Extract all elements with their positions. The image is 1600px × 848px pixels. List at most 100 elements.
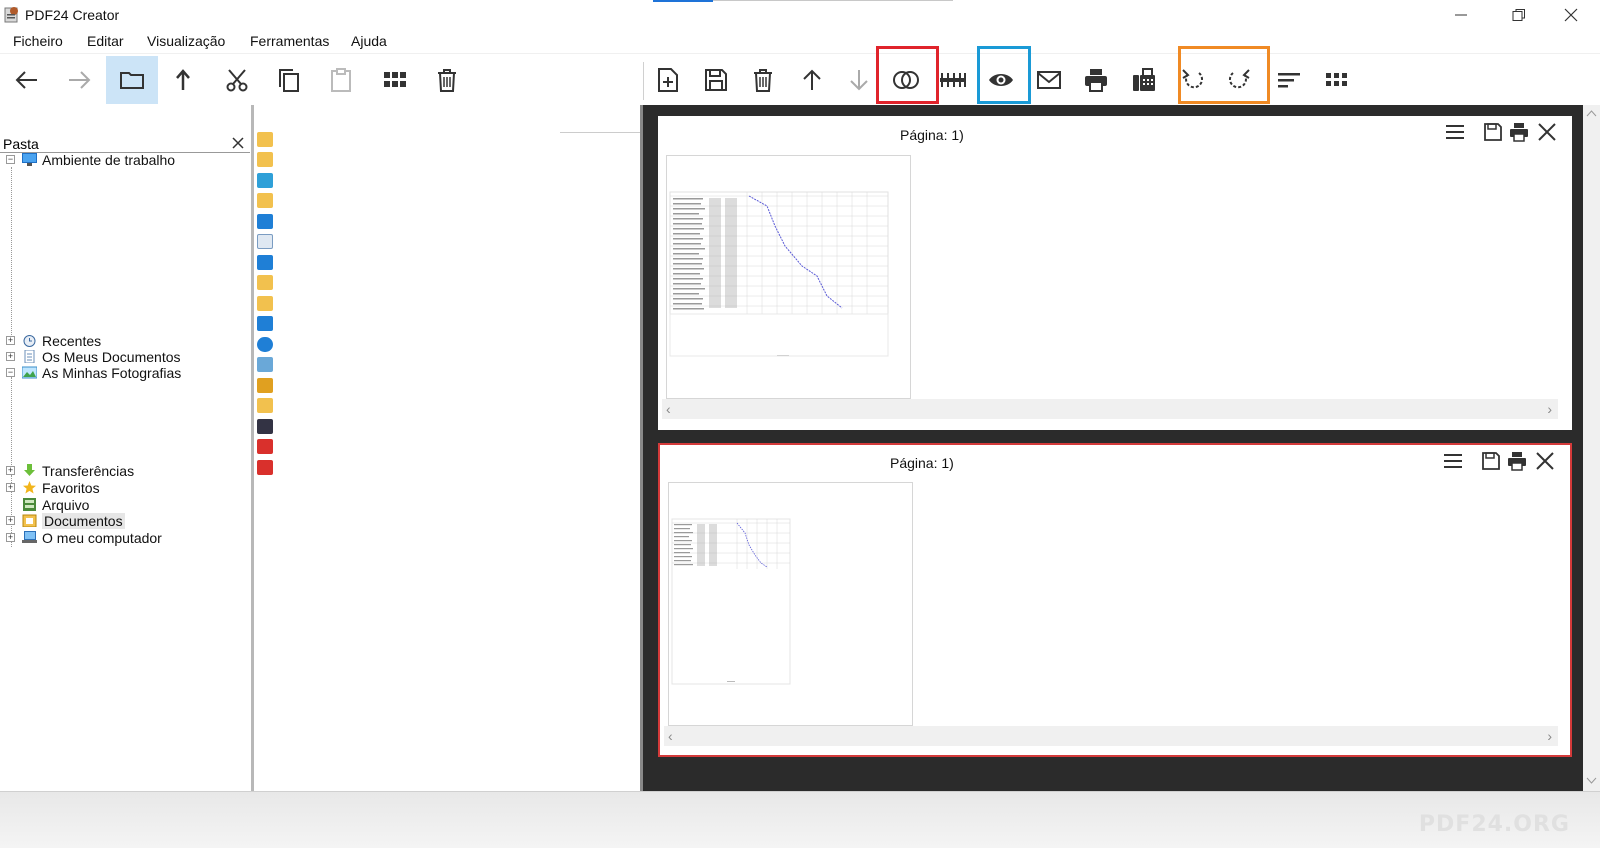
- move-up-button[interactable]: [789, 56, 835, 104]
- scroll-right-icon[interactable]: ›: [1547, 728, 1552, 744]
- favorites-folder-icon[interactable]: [257, 275, 273, 290]
- tree-expander[interactable]: −: [6, 368, 15, 377]
- arrow-up-icon: [176, 69, 190, 90]
- desktop-folder-icon[interactable]: [257, 214, 273, 229]
- tree-expander[interactable]: +: [6, 533, 15, 542]
- pdf-file-icon[interactable]: [257, 439, 273, 454]
- tree-expander[interactable]: +: [6, 516, 15, 525]
- printer-icon[interactable]: [1506, 450, 1528, 472]
- star-icon: [23, 481, 36, 494]
- minimize-button[interactable]: [1432, 0, 1490, 30]
- horizontal-scrollbar[interactable]: ‹ ›: [662, 399, 1558, 419]
- menu-ferramentas[interactable]: Ferramentas: [250, 33, 329, 49]
- trash-icon: [754, 69, 772, 92]
- folder-icon[interactable]: [257, 152, 273, 167]
- save-icon: [705, 69, 727, 91]
- music-folder-icon[interactable]: [257, 316, 273, 331]
- tree-expander[interactable]: +: [6, 352, 15, 361]
- merge-button[interactable]: [883, 56, 929, 104]
- scroll-right-icon[interactable]: ›: [1547, 401, 1552, 417]
- rotate-right-button[interactable]: [1216, 56, 1262, 104]
- gantt-page-preview: [667, 156, 910, 398]
- arrow-left-icon: [15, 71, 37, 89]
- close-window-button[interactable]: [1542, 0, 1600, 30]
- tree-expander[interactable]: +: [6, 483, 15, 492]
- menu-bar: Ficheiro Editar Visualização Ferramentas…: [0, 30, 1600, 52]
- saved-games-icon[interactable]: [257, 378, 273, 393]
- fax-button[interactable]: [1121, 56, 1167, 104]
- menu-visualizacao[interactable]: Visualização: [147, 33, 225, 49]
- documents-folder-icon[interactable]: [257, 234, 273, 249]
- paste-button[interactable]: [318, 56, 364, 104]
- links-folder-icon[interactable]: [257, 296, 273, 311]
- scroll-up-icon[interactable]: [1586, 109, 1597, 117]
- sort-button[interactable]: [1266, 56, 1312, 104]
- folder-icon[interactable]: [257, 132, 273, 147]
- preview-button[interactable]: [978, 56, 1024, 104]
- new-document-button[interactable]: [645, 56, 691, 104]
- pdf-file-icon[interactable]: [257, 460, 273, 475]
- scroll-left-icon[interactable]: ‹: [668, 728, 673, 744]
- print-button[interactable]: [1073, 56, 1119, 104]
- page-thumbnail[interactable]: [668, 482, 913, 726]
- rotate-left-button[interactable]: [1170, 56, 1216, 104]
- printer-icon[interactable]: [1508, 121, 1530, 143]
- tree-guide-line: [11, 167, 12, 335]
- sort-lines-icon: [1278, 73, 1300, 88]
- apps-button[interactable]: [1314, 56, 1360, 104]
- tree-item-label: Ambiente de trabalho: [42, 152, 176, 168]
- tree-expander[interactable]: −: [6, 155, 15, 164]
- tree-item-label: Documentos: [42, 513, 125, 529]
- downloads-folder-icon[interactable]: [257, 255, 273, 270]
- app-logo-icon: [4, 7, 18, 23]
- onedrive-icon[interactable]: [257, 337, 273, 352]
- close-icon[interactable]: [1534, 450, 1556, 472]
- menu-ajuda[interactable]: Ajuda: [351, 33, 387, 49]
- close-icon[interactable]: [1536, 121, 1558, 143]
- folder-view-button[interactable]: [106, 56, 158, 104]
- up-folder-button[interactable]: [160, 56, 206, 104]
- save-icon[interactable]: [1480, 450, 1502, 472]
- close-icon[interactable]: [230, 135, 246, 151]
- save-icon[interactable]: [1482, 121, 1504, 143]
- horizontal-scrollbar[interactable]: ‹ ›: [664, 726, 1558, 746]
- delete-file-button[interactable]: [424, 56, 470, 104]
- tree-item-label: Transferências: [42, 463, 135, 479]
- page-thumbnail[interactable]: [666, 155, 911, 399]
- menu-ficheiro[interactable]: Ficheiro: [13, 33, 63, 49]
- document-card-selected[interactable]: Página: 1) ‹ ›: [658, 443, 1572, 757]
- merge-circles-icon: [893, 71, 919, 89]
- toolbar: [0, 46, 1600, 105]
- rotate-left-icon: [1182, 69, 1204, 89]
- searches-folder-icon[interactable]: [257, 398, 273, 413]
- 3d-objects-icon[interactable]: [257, 173, 273, 188]
- cut-button[interactable]: [214, 56, 260, 104]
- scroll-left-icon[interactable]: ‹: [666, 401, 671, 417]
- back-button[interactable]: [4, 56, 50, 104]
- tree-expander[interactable]: +: [6, 466, 15, 475]
- videos-folder-icon[interactable]: [257, 419, 273, 434]
- split-button[interactable]: [930, 56, 976, 104]
- menu-icon[interactable]: [1444, 121, 1466, 143]
- delete-document-button[interactable]: [740, 56, 786, 104]
- email-button[interactable]: [1026, 56, 1072, 104]
- grid-view-button[interactable]: [372, 56, 418, 104]
- vertical-scrollbar[interactable]: [1583, 105, 1600, 791]
- tree-guide-line: [11, 377, 12, 467]
- pictures-folder-icon[interactable]: [257, 357, 273, 372]
- forward-button[interactable]: [56, 56, 102, 104]
- save-button[interactable]: [693, 56, 739, 104]
- arrow-up-icon: [803, 69, 821, 90]
- menu-icon[interactable]: [1442, 450, 1464, 472]
- menu-editar[interactable]: Editar: [87, 33, 124, 49]
- scroll-down-icon[interactable]: [1586, 777, 1597, 785]
- file-add-icon: [658, 68, 678, 92]
- copy-button[interactable]: [266, 56, 312, 104]
- printer-icon: [1085, 69, 1107, 92]
- restore-button[interactable]: [1490, 0, 1548, 30]
- tree-expander[interactable]: +: [6, 336, 15, 345]
- document-card[interactable]: Página: 1) ‹ ›: [658, 116, 1572, 430]
- minimize-icon: [1455, 14, 1467, 16]
- move-down-button[interactable]: [836, 56, 882, 104]
- contacts-folder-icon[interactable]: [257, 193, 273, 208]
